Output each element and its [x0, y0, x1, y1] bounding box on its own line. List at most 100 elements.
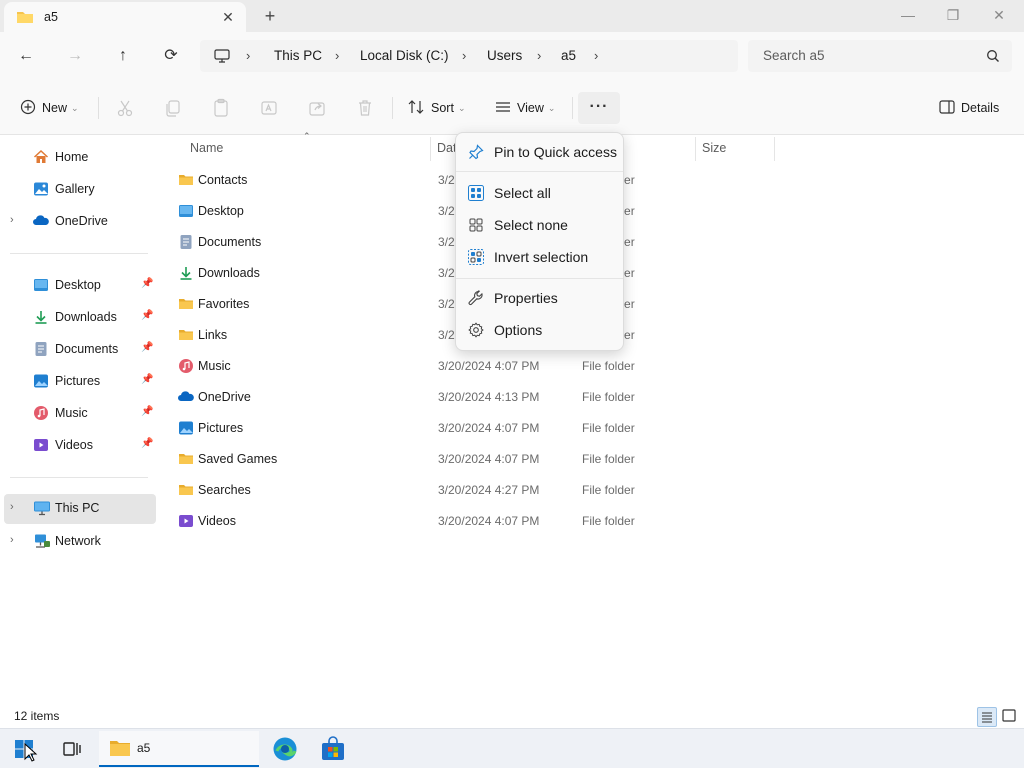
menu-item-properties[interactable]: Properties: [460, 283, 621, 313]
divider: [392, 97, 393, 119]
sidebar-item-documents[interactable]: Documents 📌: [0, 335, 157, 363]
breadcrumb-users[interactable]: Users: [487, 48, 522, 63]
file-row[interactable]: OneDrive 3/20/2024 4:13 PM File folder: [170, 382, 790, 412]
see-more-menu: Pin to Quick access Select all Select no…: [455, 132, 624, 351]
breadcrumb-local-disk[interactable]: Local Disk (C:): [360, 48, 449, 63]
breadcrumb-chevron: ›: [462, 48, 467, 63]
taskbar-file-explorer[interactable]: a5: [99, 731, 259, 767]
breadcrumb-chevron: ›: [537, 48, 542, 63]
task-view-icon[interactable]: [62, 739, 82, 768]
column-divider[interactable]: [430, 137, 431, 161]
search-box[interactable]: Search a5: [748, 40, 1012, 72]
see-more-button[interactable]: ···: [578, 92, 620, 124]
refresh-button[interactable]: ⟳: [159, 44, 183, 68]
sidebar-item-label: Home: [55, 150, 89, 164]
forward-button[interactable]: →: [63, 44, 87, 68]
close-tab-button[interactable]: ✕: [218, 7, 238, 27]
address-bar[interactable]: › This PC › Local Disk (C:) › Users › a5…: [200, 40, 738, 72]
sidebar-item-videos[interactable]: Videos 📌: [0, 431, 157, 459]
sort-label: Sort: [431, 101, 454, 115]
desktop-icon: [178, 203, 194, 219]
select-none-icon: [468, 217, 484, 233]
breadcrumb-chevron[interactable]: ›: [594, 48, 598, 63]
close-window-button[interactable]: ✕: [984, 4, 1014, 26]
column-header-name[interactable]: Name: [190, 141, 223, 155]
expand-chevron-icon[interactable]: ›: [10, 534, 14, 546]
expand-chevron-icon[interactable]: ›: [10, 501, 14, 513]
details-pane-icon: [939, 99, 955, 117]
file-date: 3/20/2024 4:13 PM: [438, 390, 540, 404]
file-name: Downloads: [198, 266, 260, 280]
file-row[interactable]: Videos 3/20/2024 4:07 PM File folder: [170, 506, 790, 536]
pin-icon: 📌: [141, 374, 154, 385]
edge-browser-icon[interactable]: [272, 736, 298, 768]
pin-icon: 📌: [141, 278, 154, 289]
file-row[interactable]: Saved Games 3/20/2024 4:07 PM File folde…: [170, 444, 790, 474]
file-type: File folder: [582, 514, 635, 528]
delete-icon[interactable]: [353, 96, 377, 120]
details-button[interactable]: Details: [939, 95, 999, 121]
pictures-icon: [33, 373, 49, 389]
sidebar-item-downloads[interactable]: Downloads 📌: [0, 303, 157, 331]
sidebar-item-label: Desktop: [55, 278, 101, 292]
sidebar-item-label: Music: [55, 406, 88, 420]
sort-button[interactable]: Sort ⌄: [407, 95, 465, 121]
sidebar-item-label: Downloads: [55, 310, 117, 324]
sidebar-item-network[interactable]: › Network: [0, 527, 157, 555]
sidebar-item-gallery[interactable]: Gallery: [0, 175, 157, 203]
file-date: 3/20/2024 4:07 PM: [438, 359, 540, 373]
file-name: Searches: [198, 483, 251, 497]
menu-item-pin-to-quick-access[interactable]: Pin to Quick access: [460, 137, 621, 167]
up-button[interactable]: ↑: [111, 44, 135, 68]
sidebar-item-this-pc[interactable]: › This PC: [4, 494, 156, 524]
column-header-size[interactable]: Size: [702, 141, 726, 155]
sidebar-item-music[interactable]: Music 📌: [0, 399, 157, 427]
details-view-toggle[interactable]: [977, 707, 997, 727]
menu-item-label: Select none: [494, 217, 568, 233]
back-button[interactable]: ←: [14, 44, 38, 68]
breadcrumb-a5[interactable]: a5: [561, 48, 576, 63]
breadcrumb-this-pc[interactable]: This PC: [274, 48, 322, 63]
paste-icon[interactable]: [209, 96, 233, 120]
menu-item-select-all[interactable]: Select all: [460, 178, 621, 208]
file-date: 3/20/2024 4:07 PM: [438, 514, 540, 528]
view-button[interactable]: View ⌄: [495, 95, 555, 121]
new-button[interactable]: New ⌄: [20, 95, 79, 121]
expand-chevron-icon[interactable]: ›: [10, 214, 14, 226]
maximize-button[interactable]: ❐: [938, 4, 968, 26]
sidebar-item-pictures[interactable]: Pictures 📌: [0, 367, 157, 395]
column-divider[interactable]: [695, 137, 696, 161]
sidebar-item-label: This PC: [55, 501, 100, 515]
column-divider[interactable]: [774, 137, 775, 161]
divider: [10, 477, 148, 478]
sidebar-item-home[interactable]: Home: [0, 143, 157, 171]
music-icon: [33, 405, 49, 421]
new-tab-button[interactable]: +: [258, 4, 282, 28]
file-type: File folder: [582, 390, 635, 404]
rename-icon[interactable]: [257, 96, 281, 120]
copy-icon[interactable]: [161, 96, 185, 120]
file-name: Saved Games: [198, 452, 278, 466]
file-row[interactable]: Searches 3/20/2024 4:27 PM File folder: [170, 475, 790, 505]
sidebar-item-desktop[interactable]: Desktop 📌: [0, 271, 157, 299]
cut-icon[interactable]: [113, 96, 137, 120]
menu-item-invert-selection[interactable]: Invert selection: [460, 242, 621, 272]
plus-circle-icon: [20, 99, 36, 118]
menu-item-select-none[interactable]: Select none: [460, 210, 621, 240]
file-name: Videos: [198, 514, 236, 528]
file-row[interactable]: Music 3/20/2024 4:07 PM File folder: [170, 351, 790, 381]
file-row[interactable]: Pictures 3/20/2024 4:07 PM File folder: [170, 413, 790, 443]
file-name: OneDrive: [198, 390, 251, 404]
microsoft-store-icon[interactable]: [320, 736, 346, 768]
large-icons-view-toggle[interactable]: [1000, 707, 1020, 727]
menu-item-options[interactable]: Options: [460, 315, 621, 345]
sidebar-item-onedrive[interactable]: › OneDrive: [0, 207, 157, 235]
file-name: Pictures: [198, 421, 244, 435]
window-tab[interactable]: a5 ✕: [4, 2, 246, 32]
share-icon[interactable]: [305, 96, 329, 120]
menu-item-label: Invert selection: [494, 249, 589, 265]
folder-icon: [109, 738, 131, 761]
tab-title: a5: [44, 10, 58, 24]
minimize-button[interactable]: —: [893, 4, 923, 26]
title-bar: a5 ✕ + — ❐ ✕: [0, 0, 1024, 32]
